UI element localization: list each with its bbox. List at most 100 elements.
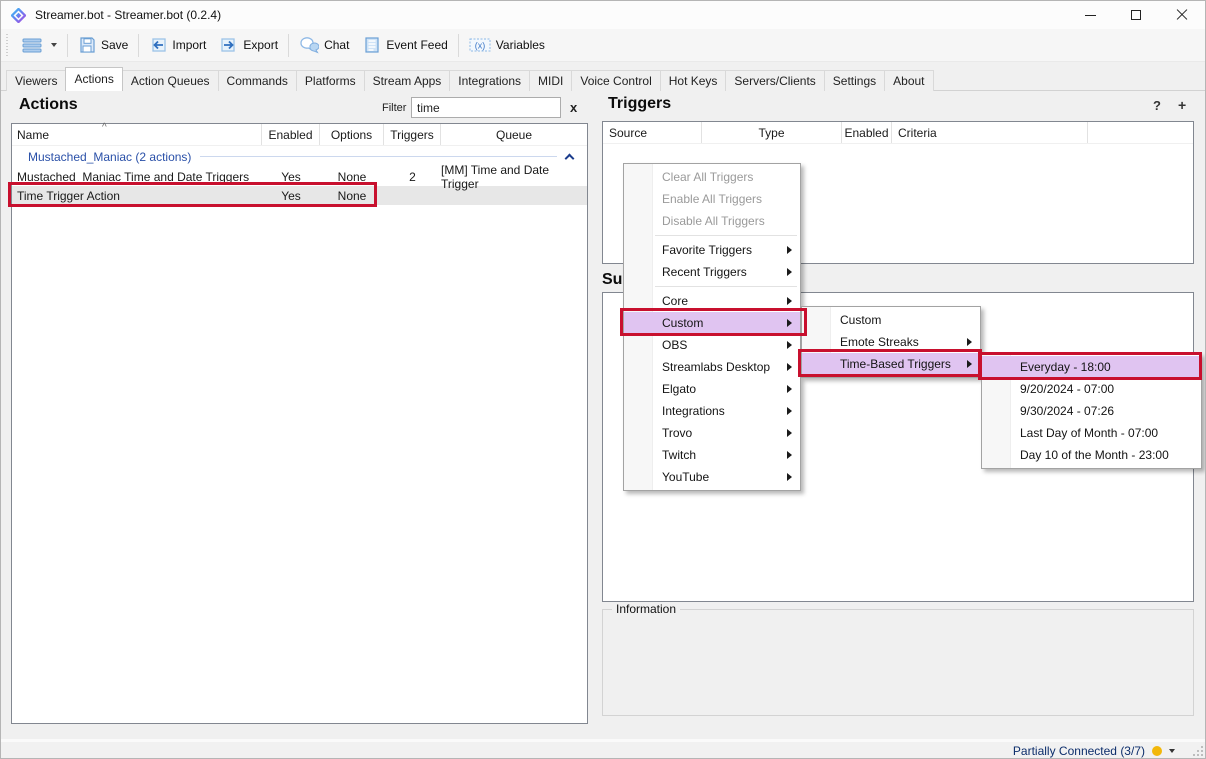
menu-item-streamlabs-desktop[interactable]: Streamlabs Desktop [624, 356, 800, 378]
window-title: Streamer.bot - Streamer.bot (0.2.4) [35, 8, 221, 22]
menu-item-custom-trigger[interactable]: Custom [802, 309, 980, 331]
column-header-type[interactable]: Type [702, 122, 842, 143]
menu-item-label: Streamlabs Desktop [662, 360, 770, 374]
tab-action-queues[interactable]: Action Queues [122, 70, 219, 91]
information-group-box [602, 609, 1194, 716]
menu-item-youtube[interactable]: YouTube [624, 466, 800, 488]
menu-item-9-30-2024-0726[interactable]: 9/30/2024 - 07:26 [982, 400, 1201, 422]
filter-input[interactable] [411, 97, 561, 118]
minimize-icon [1085, 15, 1096, 16]
menu-item-label: Everyday - 18:00 [1020, 360, 1111, 374]
variables-glyph: (x) [475, 41, 486, 51]
column-header-options[interactable]: Options [320, 124, 384, 145]
tab-servers-clients[interactable]: Servers/Clients [725, 70, 824, 91]
menu-item-custom[interactable]: Custom [624, 312, 800, 334]
menu-item-enable-all-triggers[interactable]: Enable All Triggers [624, 188, 800, 210]
resize-grip[interactable] [1193, 746, 1203, 756]
event-feed-icon [363, 36, 381, 54]
toolbar-grip[interactable] [5, 34, 10, 56]
menu-item-trovo[interactable]: Trovo [624, 422, 800, 444]
import-button[interactable]: Import [142, 32, 213, 59]
menu-item-emote-streaks[interactable]: Emote Streaks [802, 331, 980, 353]
menu-item-day-10-of-month-2300[interactable]: Day 10 of the Month - 23:00 [982, 444, 1201, 466]
tab-midi[interactable]: MIDI [529, 70, 572, 91]
column-header-name-label: Name [17, 128, 49, 142]
submenu-arrow-icon [787, 451, 792, 459]
submenu-arrow-icon [787, 429, 792, 437]
table-row[interactable]: Mustached_Maniac Time and Date Triggers … [12, 167, 587, 186]
connection-status-dot-icon[interactable] [1152, 746, 1162, 756]
variables-icon: (x) [469, 37, 491, 53]
event-feed-button[interactable]: Event Feed [356, 32, 454, 59]
menu-separator [655, 235, 797, 236]
triggers-add-button[interactable]: + [1178, 97, 1186, 113]
column-header-queue[interactable]: Queue [441, 124, 587, 145]
export-button[interactable]: Export [213, 32, 285, 59]
menu-item-label: Trovo [662, 426, 692, 440]
menu-item-9-20-2024-0700[interactable]: 9/20/2024 - 07:00 [982, 378, 1201, 400]
column-header-enabled[interactable]: Enabled [842, 122, 892, 143]
menu-item-twitch[interactable]: Twitch [624, 444, 800, 466]
tab-viewers[interactable]: Viewers [6, 70, 66, 91]
menu-item-label: Integrations [662, 404, 725, 418]
column-header-triggers[interactable]: Triggers [384, 124, 441, 145]
maximize-button[interactable] [1113, 1, 1159, 29]
column-header-enabled[interactable]: Enabled [262, 124, 320, 145]
column-header-name[interactable]: Name ^ [12, 124, 262, 145]
submenu-arrow-icon [787, 385, 792, 393]
menu-item-core[interactable]: Core [624, 290, 800, 312]
action-options-cell: None [320, 189, 384, 203]
collapse-chevron-icon[interactable] [565, 153, 575, 163]
main-menu-button[interactable] [14, 32, 64, 59]
menu-item-label: Time-Based Triggers [840, 357, 951, 371]
chat-button[interactable]: Chat [292, 32, 356, 59]
menu-item-favorite-triggers[interactable]: Favorite Triggers [624, 239, 800, 261]
column-header-criteria[interactable]: Criteria [892, 122, 1088, 143]
import-icon [149, 36, 167, 54]
triggers-table-header: Source Type Enabled Criteria [603, 122, 1193, 144]
actions-table: Name ^ Enabled Options Triggers Queue Mu… [11, 123, 588, 724]
menu-item-last-day-of-month-0700[interactable]: Last Day of Month - 07:00 [982, 422, 1201, 444]
menu-item-integrations[interactable]: Integrations [624, 400, 800, 422]
menu-item-label: 9/30/2024 - 07:26 [1020, 404, 1114, 418]
chat-label: Chat [324, 38, 349, 52]
tab-stream-apps[interactable]: Stream Apps [364, 70, 451, 91]
menu-item-everyday-1800[interactable]: Everyday - 18:00 [982, 356, 1201, 378]
tab-hot-keys[interactable]: Hot Keys [660, 70, 727, 91]
menu-item-disable-all-triggers[interactable]: Disable All Triggers [624, 210, 800, 232]
submenu-arrow-icon [787, 246, 792, 254]
tab-actions[interactable]: Actions [65, 67, 122, 91]
hamburger-menu-icon [21, 36, 43, 54]
tab-settings[interactable]: Settings [824, 70, 885, 91]
minimize-button[interactable] [1067, 1, 1113, 29]
chevron-down-icon [51, 43, 57, 47]
column-header-source[interactable]: Source [603, 122, 702, 143]
menu-item-clear-all-triggers[interactable]: Clear All Triggers [624, 166, 800, 188]
menu-item-label: Twitch [662, 448, 696, 462]
action-enabled-cell: Yes [262, 170, 320, 184]
tab-integrations[interactable]: Integrations [449, 70, 530, 91]
menu-item-obs[interactable]: OBS [624, 334, 800, 356]
tab-platforms[interactable]: Platforms [296, 70, 365, 91]
menu-separator [655, 286, 797, 287]
tab-voice-control[interactable]: Voice Control [571, 70, 660, 91]
variables-button[interactable]: (x) Variables [462, 32, 552, 59]
status-dropdown-icon[interactable] [1169, 749, 1175, 753]
filter-clear-button[interactable]: x [570, 100, 577, 115]
save-button[interactable]: Save [71, 32, 135, 59]
menu-item-label: Favorite Triggers [662, 243, 752, 257]
close-button[interactable] [1159, 1, 1205, 29]
tab-commands[interactable]: Commands [218, 70, 297, 91]
menu-item-time-based-triggers[interactable]: Time-Based Triggers [802, 353, 980, 375]
chat-icon [299, 36, 319, 54]
menu-item-label: Elgato [662, 382, 696, 396]
menu-item-label: Enable All Triggers [662, 192, 762, 206]
menu-item-elgato[interactable]: Elgato [624, 378, 800, 400]
tab-bar: Viewers Actions Action Queues Commands P… [6, 69, 933, 91]
tab-about[interactable]: About [884, 70, 933, 91]
menu-item-recent-triggers[interactable]: Recent Triggers [624, 261, 800, 283]
maximize-icon [1131, 10, 1141, 20]
menu-item-label: 9/20/2024 - 07:00 [1020, 382, 1114, 396]
submenu-arrow-icon [787, 297, 792, 305]
triggers-help-button[interactable]: ? [1153, 98, 1161, 113]
